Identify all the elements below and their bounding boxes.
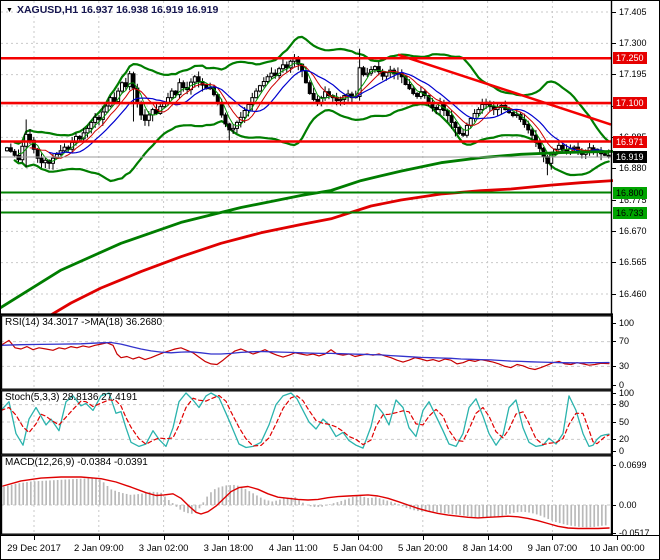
price-tick-label: 50 <box>619 416 630 427</box>
price-tick-label: 80 <box>619 399 630 410</box>
price-level-badge: 17.250 <box>613 52 647 65</box>
axis-tick <box>612 168 616 170</box>
time-label: 3 Jan 02:00 <box>138 543 189 554</box>
price-tick-label: 16.460 <box>619 288 647 299</box>
price-level-badge: 16.971 <box>613 135 647 148</box>
price-tick-label: 16.565 <box>619 257 647 268</box>
price-tick-label: -0.0517 <box>619 528 650 539</box>
price-level-badge: 16.733 <box>613 206 647 219</box>
time-label: 5 Jan 20:00 <box>397 543 448 554</box>
axis-tick <box>612 230 616 232</box>
axis-tick <box>612 450 616 452</box>
time-label: 4 Jan 11:00 <box>268 543 318 554</box>
price-tick-label: 100 <box>619 317 635 328</box>
price-axis: 17.40517.30017.19517.09016.98516.88016.7… <box>612 1 659 559</box>
macd-label: MACD(12,26,9) -0.0384 -0.0391 <box>5 457 148 468</box>
rsi-label: RSI(14) 34.3017 ->MA(18) 36.2680 <box>5 317 163 328</box>
price-tick-label: 70 <box>619 336 630 347</box>
chart-header: ▼ XAGUSD,H1 16.937 16.938 16.919 16.919 <box>6 4 218 16</box>
time-tick <box>293 536 295 540</box>
price-level-badge: 17.100 <box>613 97 647 110</box>
price-level-badge: 16.800 <box>613 186 647 199</box>
main-price-chart[interactable] <box>1 1 613 315</box>
symbol-ohlc-title: XAGUSD,H1 16.937 16.938 16.919 16.919 <box>16 4 219 16</box>
time-label: 8 Jan 14:00 <box>462 543 513 554</box>
axis-tick <box>612 533 616 535</box>
time-label: 3 Jan 18:00 <box>203 543 254 554</box>
price-tick-label: 17.195 <box>619 69 647 80</box>
axis-tick <box>612 421 616 423</box>
time-tick <box>358 536 359 540</box>
axis-tick <box>612 465 616 467</box>
axis-tick <box>612 341 616 343</box>
price-tick-label: 17.405 <box>619 6 647 17</box>
axis-tick <box>612 322 616 324</box>
time-tick <box>98 536 100 540</box>
axis-tick <box>612 504 616 506</box>
stoch-label: Stoch(5,3,3) 28.8136 27.4191 <box>5 392 138 403</box>
time-tick <box>422 536 424 540</box>
price-level-badge: 16.919 <box>613 151 647 164</box>
axis-tick <box>612 404 616 406</box>
time-label: 2 Jan 09:00 <box>73 543 124 554</box>
time-tick <box>163 536 165 540</box>
price-tick-label: 16.670 <box>619 225 647 236</box>
axis-tick <box>612 11 616 13</box>
symbol-dropdown-icon[interactable]: ▼ <box>6 7 13 14</box>
price-tick-label: 30 <box>619 360 630 371</box>
time-label: 29 Dec 2017 <box>7 543 61 554</box>
trading-chart-window: ▼ XAGUSD,H1 16.937 16.938 16.919 16.919 R… <box>0 0 660 560</box>
time-axis: 29 Dec 2017 2 Jan 09:00 3 Jan 02:00 3 Jan 1… <box>1 535 659 559</box>
price-tick-label: 17.300 <box>619 37 647 48</box>
axis-tick <box>612 74 616 76</box>
time-tick <box>552 536 554 540</box>
price-tick-label: 0 <box>619 445 625 456</box>
axis-tick <box>612 365 616 367</box>
axis-tick <box>612 42 616 44</box>
axis-tick <box>612 262 616 264</box>
price-tick-label: 16.880 <box>619 163 647 174</box>
price-tick-label: 0.0699 <box>619 460 647 471</box>
time-tick <box>487 536 489 540</box>
axis-tick <box>612 293 616 295</box>
time-tick <box>228 536 230 540</box>
axis-tick <box>612 438 616 440</box>
price-tick-label: 20 <box>619 433 630 444</box>
price-tick-label: 100 <box>619 387 635 398</box>
time-label: 9 Jan 07:00 <box>527 543 578 554</box>
time-label: 5 Jan 04:00 <box>333 543 383 554</box>
axis-tick <box>612 392 616 394</box>
axis-tick <box>612 199 616 201</box>
time-tick <box>34 536 35 540</box>
axis-tick <box>612 384 616 386</box>
price-tick-label: 0.00 <box>619 499 637 510</box>
